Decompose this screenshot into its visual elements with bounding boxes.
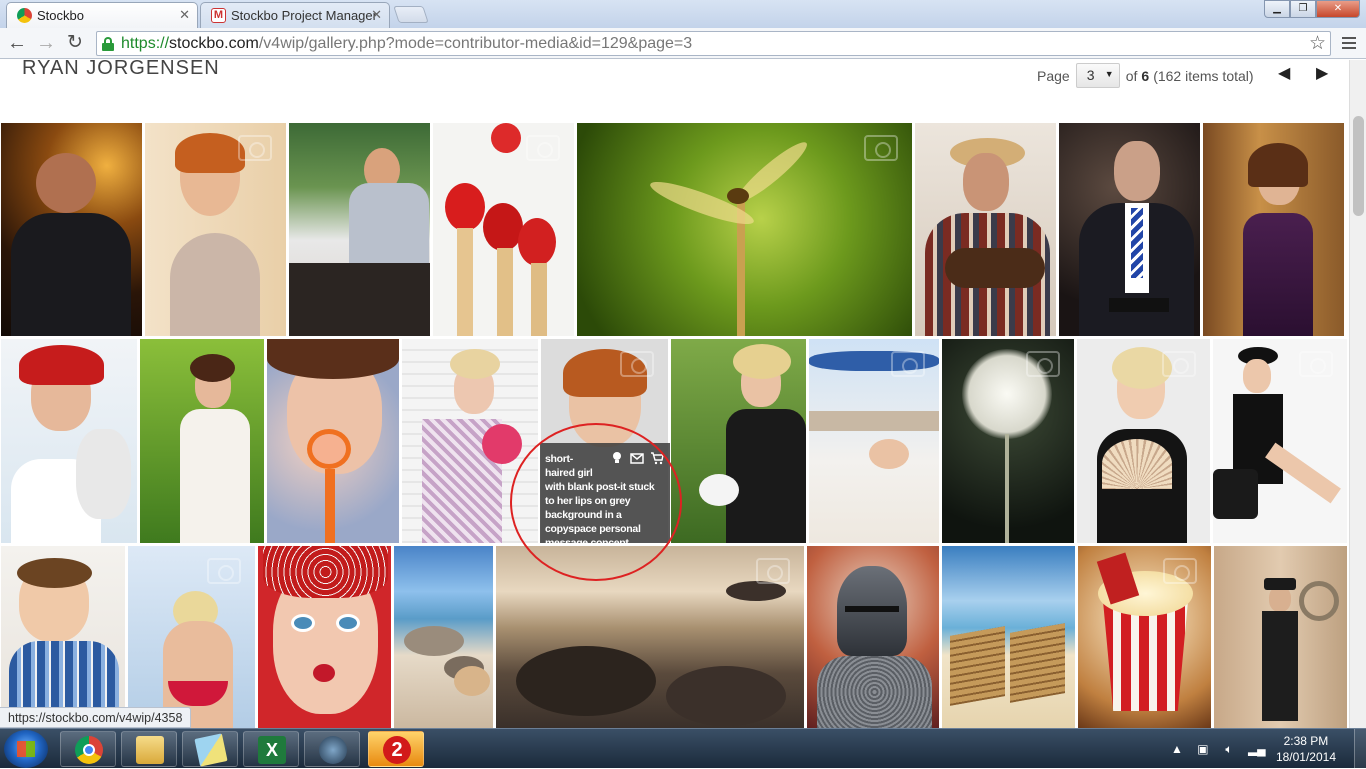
signal-icon[interactable]: ▂▄	[1248, 742, 1266, 756]
taskbar-excel[interactable]: X	[243, 731, 299, 767]
new-tab-button[interactable]	[393, 6, 429, 23]
url-path: /v4wip/gallery.php?mode=contributor-medi…	[258, 35, 693, 52]
previous-page-icon[interactable]: ◀	[1278, 63, 1290, 83]
of-label: of	[1125, 67, 1138, 84]
lock-icon	[102, 37, 114, 51]
clock-date: 18/01/2014	[1275, 750, 1336, 764]
thumbnail[interactable]	[1, 339, 137, 543]
minimize-icon[interactable]: ▁	[1264, 0, 1290, 18]
total-pages: 6	[1141, 67, 1150, 84]
thumbnail[interactable]	[496, 546, 804, 728]
thumbnail[interactable]	[433, 123, 574, 336]
tab-label: Stockbo	[37, 8, 84, 23]
thumbnail[interactable]	[1, 546, 125, 728]
page-label: Page	[1037, 67, 1070, 84]
menu-icon[interactable]	[1342, 37, 1356, 52]
thumbnail[interactable]	[1213, 339, 1347, 543]
thumbnail[interactable]	[809, 339, 939, 543]
clock-time: 2:38 PM	[1283, 734, 1329, 748]
network-device-icon[interactable]: ▣	[1196, 742, 1210, 756]
taskbar-media[interactable]	[304, 731, 360, 767]
gallery-page: RYAN JORGENSEN Page 3 ▼ of 6 (162 items …	[0, 60, 1366, 728]
show-hidden-icons-icon[interactable]: ▲	[1170, 742, 1184, 756]
items-total: (162 items total)	[1153, 67, 1254, 84]
page-select-value: 3	[1086, 67, 1095, 83]
contributor-name: RYAN JORGENSEN	[22, 60, 220, 79]
tab-label: Stockbo Project Manager	[231, 8, 377, 23]
thumbnail[interactable]	[1214, 546, 1347, 728]
start-button[interactable]	[4, 730, 48, 768]
browser-tab-strip: Stockbo ✕ M Stockbo Project Manager ✕ ▁ …	[0, 0, 1366, 28]
thumbnail[interactable]	[915, 123, 1056, 336]
browser-toolbar: ← → ↻ https://stockbo.com/v4wip/gallery.…	[0, 28, 1366, 59]
explorer-icon	[136, 736, 164, 764]
notes-icon	[194, 733, 228, 767]
taskbar: X 2 ▲ ▣ 🔈︎ ▂▄ 2:38 PM 18/01/2014	[0, 728, 1366, 769]
media-icon	[319, 736, 347, 764]
thumbnail[interactable]	[267, 339, 399, 543]
close-icon[interactable]: ✕	[179, 7, 190, 23]
system-tray: ▲ ▣ 🔈︎ ▂▄ 2:38 PM 18/01/2014	[1164, 729, 1366, 769]
taskbar-chrome[interactable]	[60, 731, 116, 767]
window-controls: ▁ ❐ ✕	[1264, 0, 1360, 18]
chevron-down-icon: ▼	[1104, 69, 1114, 79]
tab-stockbo[interactable]: Stockbo ✕	[6, 2, 198, 28]
taskbar-explorer[interactable]	[121, 731, 177, 767]
gmail-icon: M	[211, 8, 226, 23]
thumbnail[interactable]	[671, 339, 806, 543]
forward-icon[interactable]: →	[35, 32, 57, 54]
chrome-icon	[75, 736, 103, 764]
thumbnail[interactable]	[942, 339, 1074, 543]
thumbnail[interactable]	[577, 123, 912, 336]
thumbnail[interactable]	[394, 546, 493, 728]
thumbnail[interactable]	[140, 339, 264, 543]
taskbar-notes[interactable]	[182, 731, 238, 767]
thumbnail[interactable]	[289, 123, 430, 336]
scroll-thumb[interactable]	[1353, 116, 1364, 216]
thumbnail[interactable]	[942, 546, 1075, 728]
pagination: Page 3 ▼ of 6 (162 items total)	[1037, 63, 1254, 88]
annotation-circle	[510, 423, 682, 581]
thumbnail[interactable]	[1203, 123, 1344, 336]
taskbar-app-2[interactable]: 2	[368, 731, 424, 767]
thumbnail[interactable]	[145, 123, 286, 336]
clock[interactable]: 2:38 PM 18/01/2014	[1276, 733, 1336, 765]
url-scheme: https://	[121, 35, 170, 52]
excel-icon: X	[258, 736, 286, 764]
url-host: stockbo.com	[169, 35, 259, 52]
volume-icon[interactable]: 🔈︎	[1222, 742, 1236, 756]
close-window-icon[interactable]: ✕	[1316, 0, 1360, 18]
restore-icon[interactable]: ❐	[1290, 0, 1316, 18]
tab-project-manager[interactable]: M Stockbo Project Manager ✕	[200, 2, 390, 28]
show-desktop-button[interactable]	[1354, 729, 1366, 769]
address-bar[interactable]: https://stockbo.com/v4wip/gallery.php?mo…	[96, 31, 1331, 56]
thumbnail[interactable]	[1077, 339, 1210, 543]
next-page-icon[interactable]: ▶	[1316, 63, 1328, 83]
thumbnail[interactable]	[1059, 123, 1200, 336]
back-icon[interactable]: ←	[6, 32, 28, 54]
thumbnail[interactable]	[807, 546, 939, 728]
scrollbar[interactable]	[1349, 60, 1366, 728]
chrome-icon	[17, 8, 32, 23]
status-url: https://stockbo.com/v4wip/4358	[0, 707, 192, 728]
bookmark-star-icon[interactable]: ☆	[1309, 32, 1326, 55]
thumbnail[interactable]	[128, 546, 255, 728]
thumbnail[interactable]	[1, 123, 142, 336]
thumbnail[interactable]	[1078, 546, 1211, 728]
app-2-icon: 2	[383, 736, 411, 764]
reload-icon[interactable]: ↻	[64, 32, 86, 54]
close-icon[interactable]: ✕	[371, 7, 382, 23]
thumbnail[interactable]	[258, 546, 391, 728]
page-select[interactable]: 3 ▼	[1075, 63, 1120, 88]
